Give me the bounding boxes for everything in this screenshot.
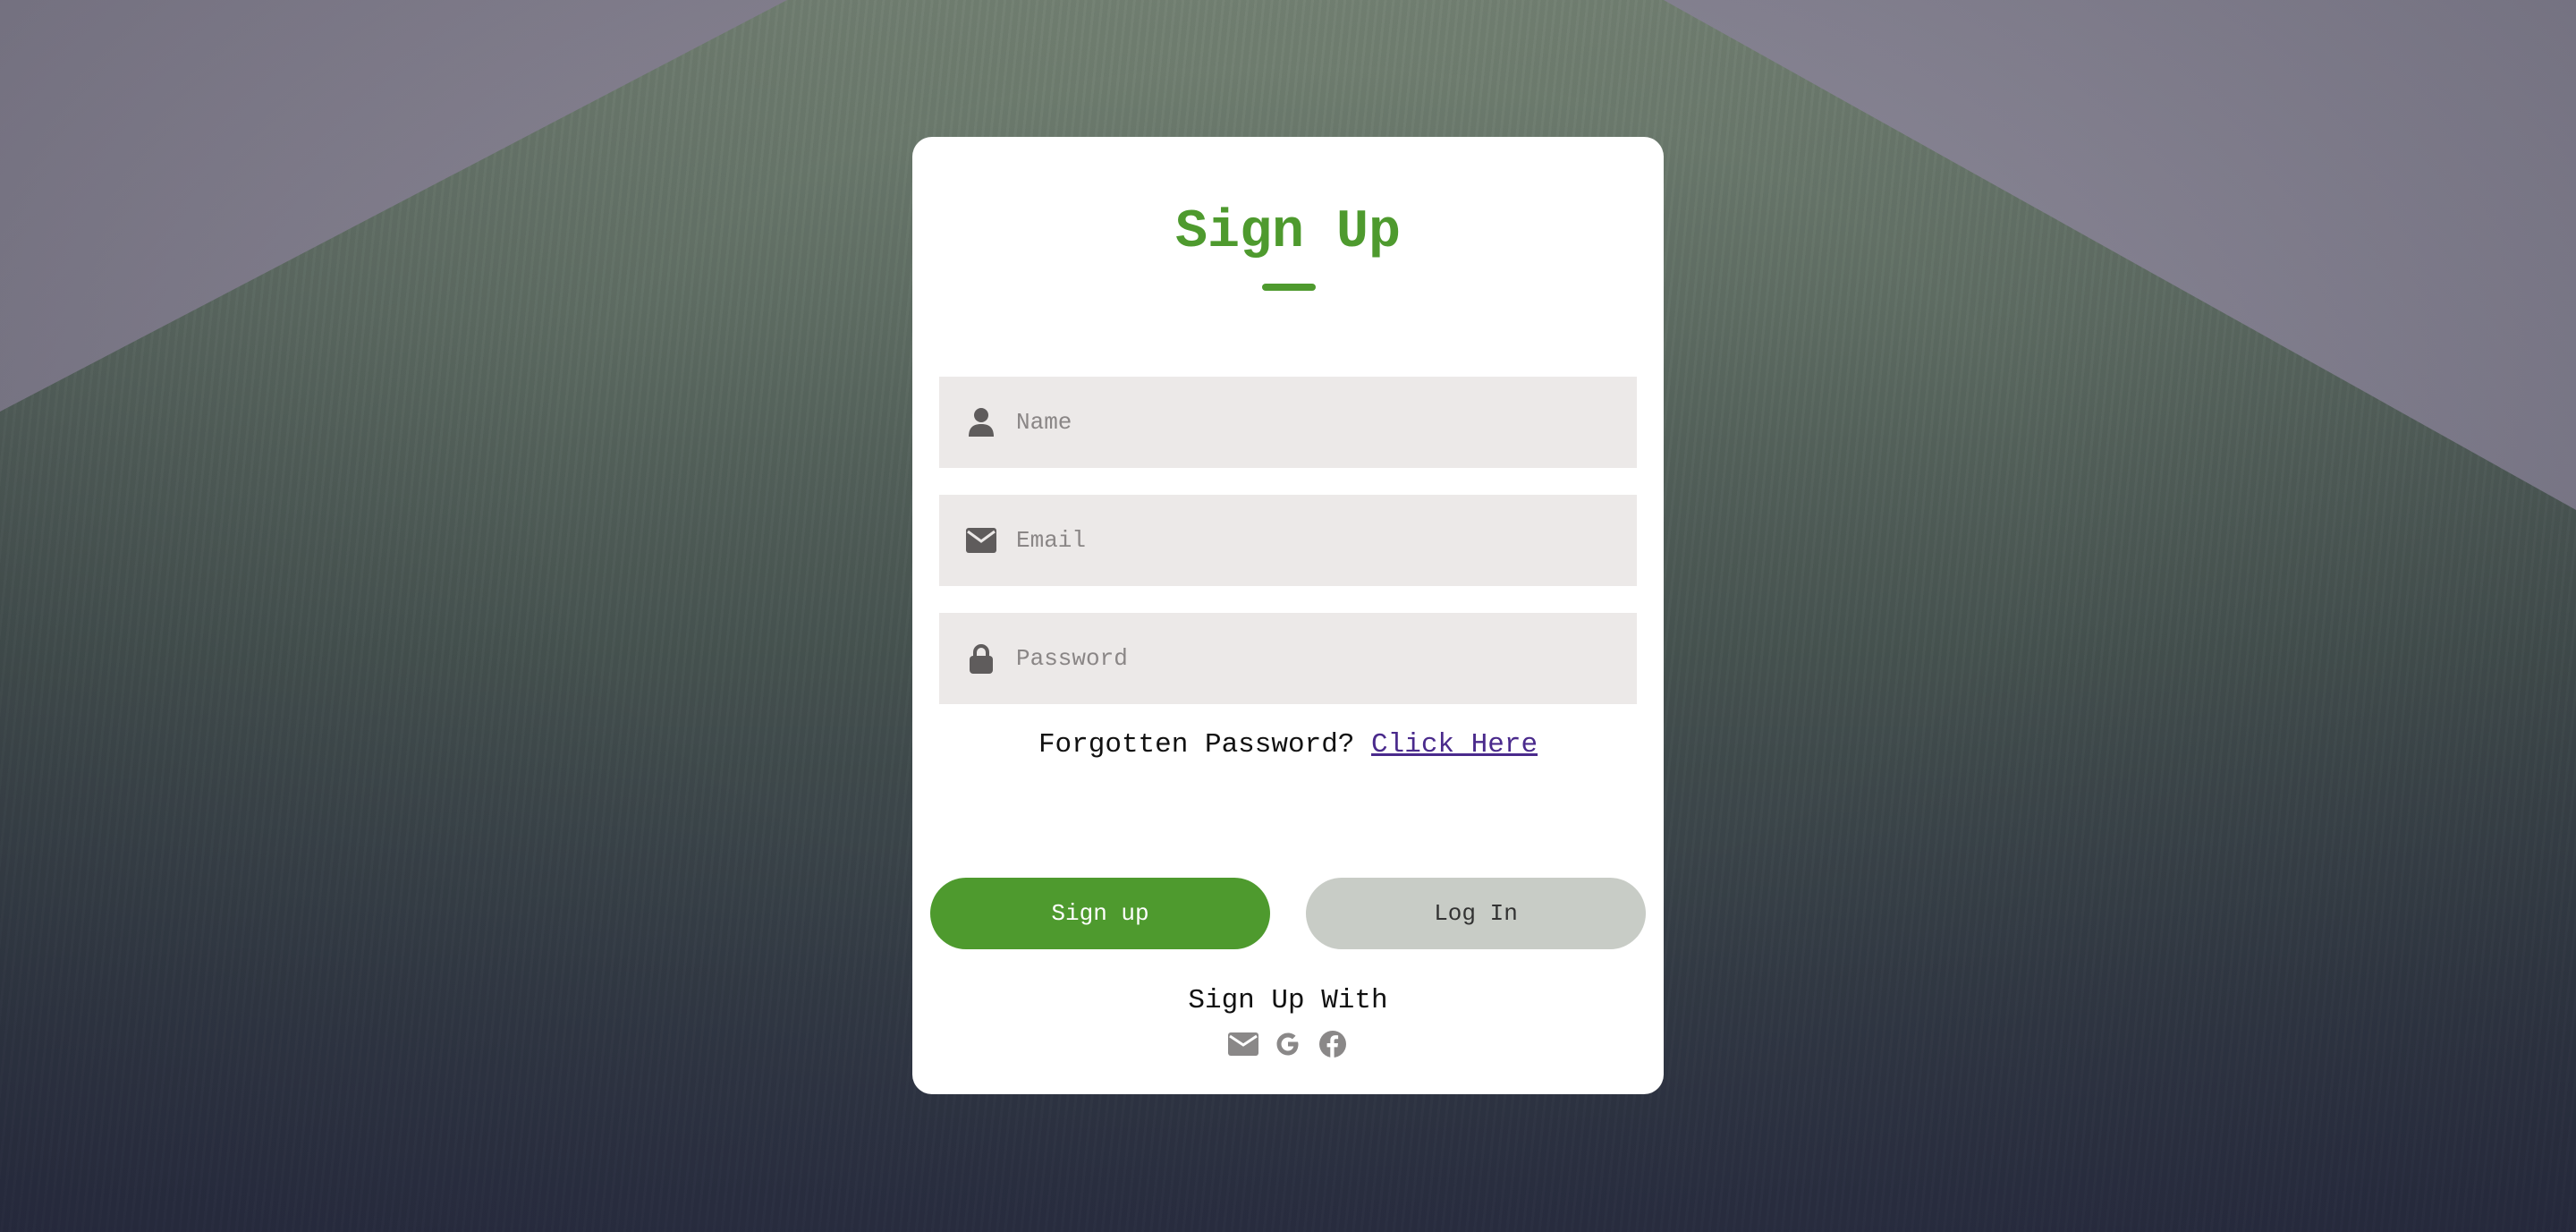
user-icon — [966, 407, 996, 438]
name-input[interactable] — [1016, 395, 1589, 449]
lock-icon — [966, 643, 996, 674]
google-icon[interactable] — [1273, 1029, 1303, 1059]
forgot-password: Forgotten Password? Click Here — [912, 729, 1664, 760]
email-signup-icon[interactable] — [1228, 1029, 1258, 1059]
password-input[interactable] — [1016, 632, 1589, 685]
email-input[interactable] — [1016, 514, 1589, 567]
signup-with-label: Sign Up With — [1188, 985, 1388, 1016]
social-signup-icons — [912, 1029, 1664, 1059]
forgot-password-link[interactable]: Click Here — [1371, 729, 1538, 760]
name-field[interactable] — [939, 377, 1637, 468]
email-field[interactable] — [939, 495, 1637, 586]
password-field[interactable] — [939, 613, 1637, 704]
signup-button[interactable]: Sign up — [930, 878, 1270, 949]
forgot-password-text: Forgotten Password? — [1038, 729, 1355, 760]
title-underline — [1262, 284, 1316, 291]
form-title-text: Sign Up — [1174, 202, 1402, 263]
envelope-icon — [966, 525, 996, 556]
form-title: Sign Up — [912, 202, 1664, 263]
login-button[interactable]: Log In — [1306, 878, 1646, 949]
signup-card: Sign Up Forgotten Passwo — [912, 137, 1664, 1094]
facebook-icon[interactable] — [1318, 1029, 1348, 1059]
